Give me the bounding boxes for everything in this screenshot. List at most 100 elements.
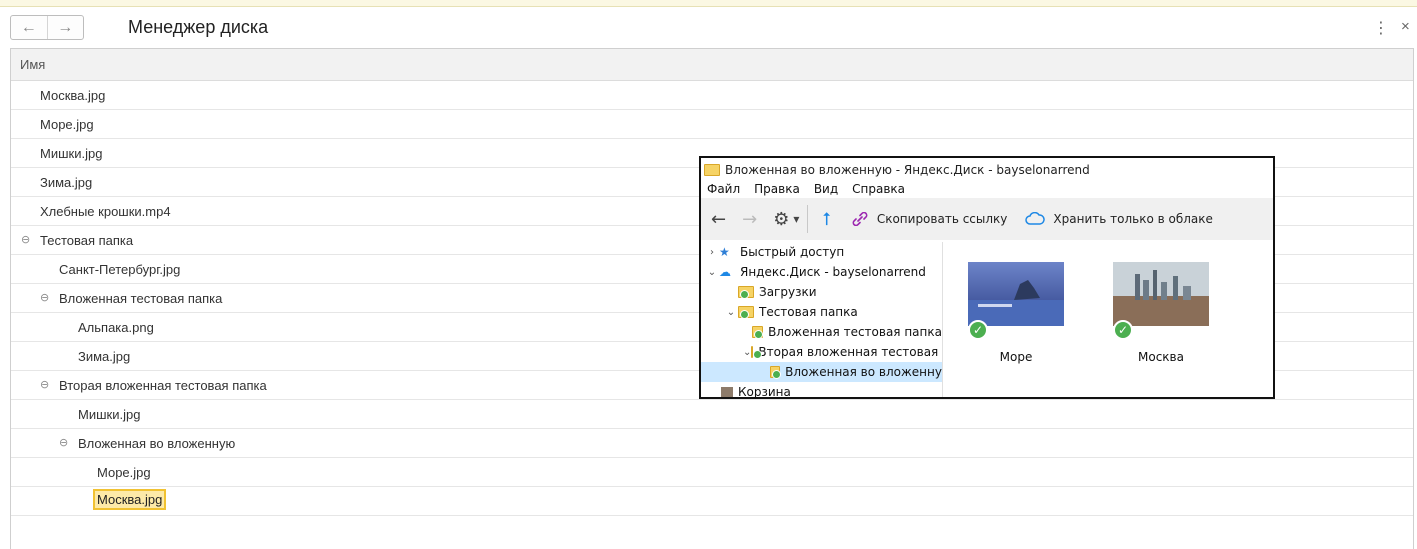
cloud-icon [1025,212,1046,225]
star-icon: ★ [719,245,730,259]
folder-icon [770,366,782,379]
more-menu-icon[interactable]: ⋮ [1373,18,1389,38]
collapse-icon[interactable]: ⊖ [40,380,50,391]
menu-edit[interactable]: Правка [754,182,800,198]
form-header: ← → Менеджер диска ⋮ × [0,8,1417,48]
forward-button[interactable]: → [46,16,84,39]
arrow-left-icon[interactable]: ← [711,209,726,230]
cloud-icon: ☁ [719,265,731,279]
trash-icon [721,387,733,397]
folder-name: Тестовая папка [40,233,134,248]
table-row[interactable]: Москва.jpg [11,81,1413,110]
tree-item-label: Тестовая папка [759,305,858,319]
copy-link-label: Скопировать ссылку [876,212,1008,226]
file-name: Зима.jpg [78,349,131,364]
tree-item-label: Быстрый доступ [740,245,845,259]
collapse-icon[interactable]: ⊖ [21,235,31,246]
table-row[interactable]: Мишки.jpg [11,400,1413,429]
column-header-name[interactable]: Имя [11,49,1413,81]
folder-icon [751,346,763,359]
file-caption-moscow: Москва [1138,350,1184,364]
chevron-icon[interactable]: ⌄ [705,267,719,278]
file-name: Мишки.jpg [78,407,141,422]
table-row[interactable]: ⊖ Вложенная во вложенную [11,429,1413,458]
file-item-sea[interactable]: ✓ Море [968,262,1064,364]
table-row[interactable]: Море.jpg [11,110,1413,139]
explorer-title-bar: Вложенная во вложенную - Яндекс.Диск - b… [701,158,1273,182]
tree-item-label: Вложенная во вложенну [785,365,942,379]
chevron-icon[interactable]: › [705,247,719,258]
menu-help[interactable]: Справка [852,182,905,198]
file-name: Москва.jpg [40,88,106,103]
file-name: Хлебные крошки.mp4 [40,204,171,219]
tree-item-label: Загрузки [759,285,817,299]
sync-ok-icon [754,330,764,339]
tree-item[interactable]: Вложенная тестовая папка [701,322,942,342]
collapse-icon[interactable]: ⊖ [40,293,50,304]
navigation-buttons: ← → [10,15,84,40]
explorer-body: › ★ Быстрый доступ ⌄ ☁ Яндекс.Диск - bayselon… [701,242,1273,398]
file-view: ✓ Море ✓ Москва [944,242,1273,397]
tree-item[interactable]: › ★ Быстрый доступ [701,242,942,262]
arrow-right-icon[interactable]: → [742,209,757,230]
menu-file[interactable]: Файл [707,182,740,198]
tree-item[interactable]: Вложенная во вложенну [701,362,942,382]
navigation-pane: › ★ Быстрый доступ ⌄ ☁ Яндекс.Диск - bayselon… [701,242,943,398]
tree-item-label: Корзина [738,385,791,398]
page-title: Менеджер диска [128,17,269,37]
explorer-toolbar: ← → ⚙ ▾ ⭡ Скопировать ссылку Хранить тол… [701,198,1273,240]
file-name: Альпака.png [78,320,154,335]
toolbar-divider [807,205,809,233]
file-name: Зима.jpg [40,175,93,190]
close-icon[interactable]: × [1401,18,1410,35]
folder-icon [738,306,754,319]
folder-name: Вложенная тестовая папка [59,291,223,306]
tree-item-label: Вторая вложенная тестовая п [758,345,943,359]
tree-item-label: Вложенная тестовая папка [768,325,942,339]
explorer-screenshot: Вложенная во вложенную - Яндекс.Диск - b… [699,156,1275,399]
explorer-window-title: Вложенная во вложенную - Яндекс.Диск - b… [725,163,1090,177]
tree-item[interactable]: Корзина [701,382,942,398]
copy-link-button[interactable]: Скопировать ссылку [851,212,1008,226]
table-row[interactable]: Москва.jpg [11,487,1413,516]
file-name: Море.jpg [97,465,151,480]
upload-icon[interactable]: ⭡ [822,209,830,230]
gear-icon[interactable]: ⚙ [773,209,789,230]
chevron-icon[interactable]: ⌄ [724,307,738,318]
file-name: Море.jpg [40,117,94,132]
moscow-thumbnail [1113,262,1209,326]
chevron-icon[interactable]: ⌄ [743,347,751,358]
cloud-only-label: Хранить только в облаке [1053,212,1213,226]
menu-view[interactable]: Вид [814,182,838,198]
folder-name: Вложенная во вложенную [78,436,236,451]
arrow-right-icon: → [57,18,74,36]
sync-ok-icon: ✓ [968,320,988,340]
explorer-menu-bar: Файл Правка Вид Справка [701,182,1273,198]
sea-thumbnail [968,262,1064,326]
back-button[interactable]: ← [11,16,47,39]
file-item-moscow[interactable]: ✓ Москва [1113,262,1209,364]
table-row[interactable]: Море.jpg [11,458,1413,487]
file-name: Мишки.jpg [40,146,103,161]
file-name: Санкт-Петербург.jpg [59,262,181,277]
tree-item[interactable]: ⌄ Тестовая папка [701,302,942,322]
folder-name: Вторая вложенная тестовая папка [59,378,267,393]
sync-ok-icon [740,310,749,319]
tree-item[interactable]: ⌄ ☁ Яндекс.Диск - bayselonarrend [701,262,942,282]
file-caption-sea: Море [999,350,1033,364]
folder-icon [704,164,720,176]
folder-icon [752,326,764,339]
chevron-down-icon[interactable]: ▾ [793,212,799,226]
tree-item[interactable]: Загрузки [701,282,942,302]
tree-item[interactable]: ⌄ Вторая вложенная тестовая п [701,342,942,362]
sync-ok-icon: ✓ [1113,320,1133,340]
cloud-only-button[interactable]: Хранить только в облаке [1025,212,1213,226]
folder-icon [738,286,754,299]
top-strip [0,0,1417,7]
file-name: Москва.jpg [93,489,167,510]
link-icon [852,212,868,226]
sync-ok-icon [772,370,782,379]
tree-item-label: Яндекс.Диск - bayselonarrend [740,265,926,279]
collapse-icon[interactable]: ⊖ [59,438,69,449]
sync-ok-icon [740,290,749,299]
